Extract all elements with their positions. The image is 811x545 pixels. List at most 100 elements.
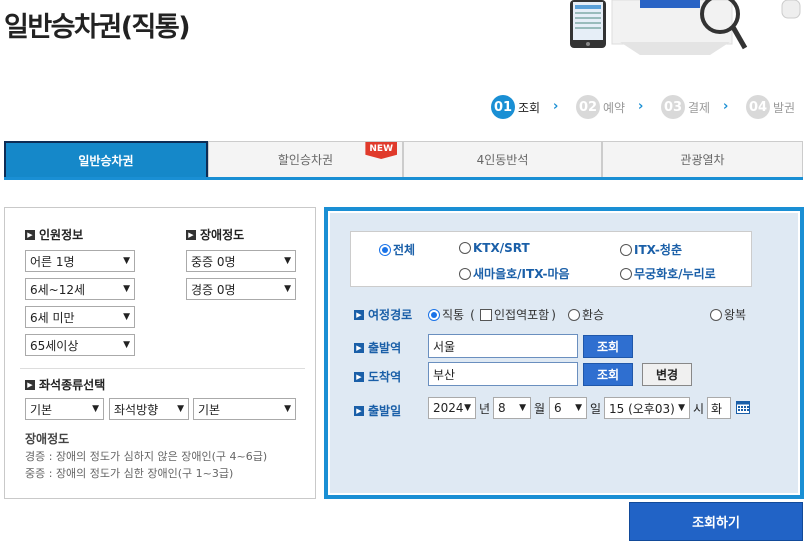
checkbox-label: 인접역포함 xyxy=(494,308,550,322)
chevron-down-icon: ▼ xyxy=(575,403,582,413)
chevron-right-icon: › xyxy=(553,99,559,114)
new-badge: NEW xyxy=(365,142,397,159)
seat-class-select[interactable]: 기본 ▼ xyxy=(25,398,104,420)
tab-label: 관광열차 xyxy=(680,153,725,167)
seat-position-select[interactable]: 기본 ▼ xyxy=(193,398,296,420)
radio-unchecked xyxy=(620,243,632,256)
paren-open: ( xyxy=(470,307,475,322)
radio-label: 직통 xyxy=(442,308,465,322)
step-label: 조회 xyxy=(518,100,541,115)
infant-count-select[interactable]: 6세 미만 ▼ xyxy=(25,306,135,328)
chevron-right-icon: › xyxy=(723,99,729,114)
input-value: 부산 xyxy=(433,367,456,382)
disability-heading: ▶ 장애정도 xyxy=(186,226,244,243)
select-value: 2024 xyxy=(433,401,464,415)
radio-label: 무궁화호/누리로 xyxy=(634,267,716,281)
month-select[interactable]: 8 ▼ xyxy=(493,397,531,419)
bullet-icon: ▶ xyxy=(25,379,35,390)
chevron-right-icon: › xyxy=(638,99,644,114)
weekday-value: 화 xyxy=(711,401,723,416)
select-value: 경증 0명 xyxy=(191,282,236,297)
ticket-tabs: 일반승차권 할인승차권 NEW 4인동반석 관광열차 xyxy=(4,141,803,180)
route-direct-radio[interactable]: 직통 ( xyxy=(428,306,475,323)
year-select[interactable]: 2024 ▼ xyxy=(428,397,476,419)
hour-select[interactable]: 15 (오후03) ▼ xyxy=(604,397,690,419)
departure-station-input[interactable]: 서울 xyxy=(428,334,578,358)
seat-direction-select[interactable]: 좌석방향 ▼ xyxy=(109,398,189,420)
train-type-saemaeul-radio[interactable]: 새마을호/ITX-마음 xyxy=(459,265,570,282)
swap-stations-button[interactable]: 변경 xyxy=(642,363,692,386)
day-select[interactable]: 6 ▼ xyxy=(549,397,587,419)
bullet-icon: ▶ xyxy=(25,229,35,240)
tab-general-ticket[interactable]: 일반승차권 xyxy=(4,141,208,177)
bullet-icon: ▶ xyxy=(354,309,364,320)
route-label: ▶ 여정경로 xyxy=(354,306,412,323)
senior-count-select[interactable]: 65세이상 ▼ xyxy=(25,334,135,356)
passenger-panel: ▶ 인원정보 ▶ 장애정도 어른 1명 ▼ 6세~12세 ▼ 6세 미만 ▼ 65세이… xyxy=(4,207,316,499)
chevron-down-icon: ▼ xyxy=(284,404,291,414)
train-type-mugunghwa-radio[interactable]: 무궁화호/누리로 xyxy=(620,265,716,282)
chevron-down-icon: ▼ xyxy=(284,256,291,266)
button-label: 조회하기 xyxy=(692,516,740,531)
radio-checked xyxy=(379,243,391,256)
section-title: 장애정도 xyxy=(200,228,245,242)
train-type-all-radio[interactable]: 전체 xyxy=(379,241,415,258)
step-number: 04 xyxy=(746,95,770,119)
severe-disability-select[interactable]: 중증 0명 ▼ xyxy=(186,250,296,272)
departure-search-button[interactable]: 조회 xyxy=(583,335,633,358)
arrival-search-button[interactable]: 조회 xyxy=(583,363,633,386)
child-count-select[interactable]: 6세~12세 ▼ xyxy=(25,278,135,300)
radio-label: 새마을호/ITX-마음 xyxy=(473,267,570,281)
bullet-icon: ▶ xyxy=(354,405,364,416)
select-value: 65세이상 xyxy=(30,338,79,353)
step-number: 01 xyxy=(491,95,515,119)
chevron-down-icon: ▼ xyxy=(284,284,291,294)
input-value: 서울 xyxy=(433,339,456,354)
disability-note-line: 경증 : 장애의 정도가 심하지 않은 장애인(구 4~6급) xyxy=(25,450,268,463)
train-type-itx-cheongchun-radio[interactable]: ITX-청춘 xyxy=(620,241,682,258)
field-label: 여정경로 xyxy=(368,308,413,322)
adult-count-select[interactable]: 어른 1명 ▼ xyxy=(25,250,135,272)
chevron-down-icon: ▼ xyxy=(92,404,99,414)
chevron-down-icon: ▼ xyxy=(177,404,184,414)
select-value: 좌석방향 xyxy=(114,402,159,417)
select-value: 기본 xyxy=(198,402,221,417)
step-label: 예약 xyxy=(603,100,626,115)
paren-close: ) xyxy=(551,307,556,322)
tab-tour-train[interactable]: 관광열차 xyxy=(602,141,803,177)
day-unit: 일 xyxy=(590,402,602,416)
search-panel: 전체 KTX/SRT ITX-청춘 새마을호/ITX-마음 무궁화호/누리로 ▶… xyxy=(324,207,804,499)
chevron-down-icon: ▼ xyxy=(123,256,130,266)
step-number: 03 xyxy=(661,95,685,119)
step-1: 01 조회 xyxy=(491,95,540,119)
calendar-icon[interactable] xyxy=(736,400,750,417)
arrival-label: ▶ 도착역 xyxy=(354,368,401,385)
train-type-ktx-radio[interactable]: KTX/SRT xyxy=(459,241,530,255)
month-unit: 월 xyxy=(534,402,546,416)
tab-label: 할인승차권 xyxy=(277,153,334,167)
mild-disability-select[interactable]: 경증 0명 ▼ xyxy=(186,278,296,300)
step-2: 02 예약 xyxy=(576,95,625,119)
select-value: 8 xyxy=(498,401,506,415)
tab-four-person-seat[interactable]: 4인동반석 xyxy=(403,141,602,177)
banner-illustration xyxy=(560,0,811,55)
weekday-display: 화 xyxy=(707,397,731,419)
field-label: 출발일 xyxy=(368,404,402,418)
tab-discount-ticket[interactable]: 할인승차권 NEW xyxy=(208,141,403,177)
train-type-box: 전체 KTX/SRT ITX-청춘 새마을호/ITX-마음 무궁화호/누리로 xyxy=(350,231,752,287)
route-roundtrip-radio[interactable]: 왕복 xyxy=(710,306,746,323)
radio-unchecked xyxy=(459,242,471,254)
section-title: 인원정보 xyxy=(39,228,84,242)
page-title: 일반승차권(직통) xyxy=(4,12,191,43)
arrival-station-input[interactable]: 부산 xyxy=(428,362,578,386)
radio-label: 전체 xyxy=(393,243,416,257)
nearby-station-checkbox[interactable]: 인접역포함) xyxy=(480,306,556,323)
bullet-icon: ▶ xyxy=(354,371,364,382)
select-value: 15 (오후03) xyxy=(609,401,675,416)
search-submit-button[interactable]: 조회하기 xyxy=(629,502,803,541)
radio-unchecked xyxy=(620,267,632,280)
route-transfer-radio[interactable]: 환승 xyxy=(568,306,604,323)
step-3: 03 결제 xyxy=(661,95,710,119)
button-label: 조회 xyxy=(596,340,620,354)
field-label: 도착역 xyxy=(368,370,402,384)
